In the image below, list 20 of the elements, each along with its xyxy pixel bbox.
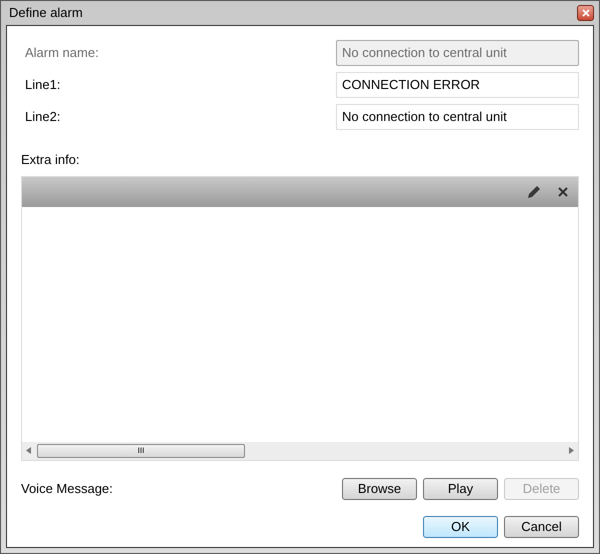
close-icon[interactable] [558,186,568,196]
voice-message-label: Voice Message: [21,480,113,498]
scroll-thumb[interactable]: III [37,444,245,458]
field-label: Line1: [25,76,60,94]
voice-button[interactable]: Play [423,478,498,500]
window-title: Define alarm [9,4,83,22]
text-field[interactable]: CONNECTION ERROR [336,72,579,98]
field-label: Alarm name: [25,44,99,62]
left-arrow-icon [26,447,31,454]
dialog-button[interactable]: OK [423,516,498,538]
horizontal-scrollbar[interactable]: III [22,442,578,460]
voice-button[interactable]: Browse [342,478,417,500]
text-field[interactable]: No connection to central unit [336,104,579,130]
close-button[interactable] [577,5,594,21]
pencil-icon[interactable] [526,184,542,200]
field-label: Line2: [25,108,60,126]
dialog-button[interactable]: Cancel [504,516,579,538]
close-icon [582,9,590,17]
right-arrow-icon [569,447,574,454]
extra-info-label: Extra info: [21,151,81,169]
